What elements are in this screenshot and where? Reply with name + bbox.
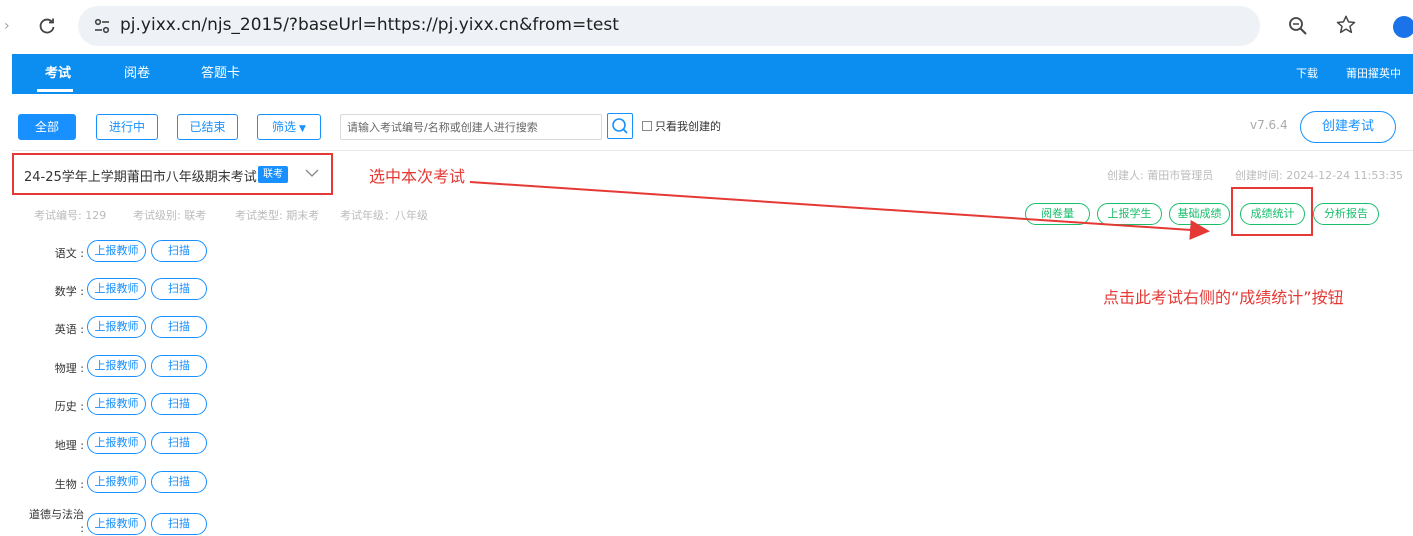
profile-avatar[interactable] bbox=[1393, 16, 1413, 38]
top-nav: 考试 阅卷 答题卡 下载 莆田擢英中 bbox=[12, 54, 1413, 94]
chevron-right-icon[interactable]: › bbox=[4, 16, 10, 36]
report-teacher-button[interactable]: 上报教师 bbox=[87, 240, 146, 262]
annotation-click-stats: 点击此考试右侧的“成绩统计”按钮 bbox=[1103, 288, 1344, 307]
report-students-button[interactable]: 上报学生 bbox=[1097, 203, 1162, 225]
tune-icon[interactable] bbox=[92, 16, 112, 36]
subject-label: 地理 : bbox=[54, 439, 84, 452]
filter-all-button[interactable]: 全部 bbox=[18, 114, 76, 140]
marking-volume-button[interactable]: 阅卷量 bbox=[1025, 203, 1090, 225]
exam-level: 考试级别: 联考 bbox=[133, 209, 207, 222]
annotation-select-exam: 选中本次考试 bbox=[369, 167, 466, 186]
analysis-report-button[interactable]: 分析报告 bbox=[1313, 203, 1379, 225]
checkbox-icon[interactable] bbox=[642, 121, 652, 131]
subject-label: 英语 : bbox=[54, 323, 84, 336]
only-mine-label: 只看我创建的 bbox=[655, 120, 721, 133]
exam-created-time: 创建时间: 2024-12-24 11:53:35 bbox=[1235, 169, 1404, 182]
divider bbox=[12, 150, 1413, 151]
report-teacher-button[interactable]: 上报教师 bbox=[87, 432, 146, 454]
filter-dropdown-button[interactable]: 筛选 ▼ bbox=[257, 114, 321, 140]
nav-answer-sheet[interactable]: 答题卡 bbox=[201, 54, 240, 94]
basic-scores-button[interactable]: 基础成绩 bbox=[1169, 203, 1230, 225]
chevron-down-icon[interactable] bbox=[305, 166, 319, 180]
url-text[interactable]: pj.yixx.cn/njs_2015/?baseUrl=https://pj.… bbox=[120, 15, 619, 35]
scan-button[interactable]: 扫描 bbox=[151, 432, 207, 454]
scan-button[interactable]: 扫描 bbox=[151, 393, 207, 415]
filter-dropdown-label: 筛选 bbox=[272, 120, 297, 134]
report-teacher-button[interactable]: 上报教师 bbox=[87, 278, 146, 300]
scan-button[interactable]: 扫描 bbox=[151, 471, 207, 493]
scan-button[interactable]: 扫描 bbox=[151, 316, 207, 338]
filter-ongoing-button[interactable]: 进行中 bbox=[96, 114, 158, 140]
browser-toolbar: › pj.yixx.cn/njs_2015/?baseUrl=https://p… bbox=[0, 0, 1413, 52]
nav-user[interactable]: 莆田擢英中 bbox=[1346, 54, 1401, 94]
exam-title[interactable]: 24-25学年上学期莆田市八年级期末考试 bbox=[24, 166, 257, 185]
version-text: v7.6.4 bbox=[1250, 118, 1288, 132]
search-button[interactable] bbox=[607, 113, 633, 139]
reload-icon[interactable] bbox=[37, 16, 57, 36]
zoom-icon[interactable] bbox=[1287, 15, 1309, 37]
exam-creator: 创建人: 莆田市管理员 bbox=[1107, 169, 1214, 182]
nav-exam[interactable]: 考试 bbox=[45, 54, 71, 94]
scan-button[interactable]: 扫描 bbox=[151, 278, 207, 300]
filter-ended-button[interactable]: 已结束 bbox=[177, 114, 238, 140]
search-input[interactable] bbox=[340, 114, 602, 140]
scan-button[interactable]: 扫描 bbox=[151, 240, 207, 262]
report-teacher-button[interactable]: 上报教师 bbox=[87, 316, 146, 338]
nav-marking[interactable]: 阅卷 bbox=[124, 54, 150, 94]
nav-download[interactable]: 下载 bbox=[1296, 54, 1318, 94]
exam-type: 考试类型: 期末考 bbox=[235, 209, 320, 222]
exam-number: 考试编号: 129 bbox=[34, 209, 107, 222]
subject-label: 数学 : bbox=[54, 285, 84, 298]
exam-grade: 考试年级：八年级 bbox=[340, 209, 428, 222]
nav-active-indicator bbox=[37, 89, 73, 92]
report-teacher-button[interactable]: 上报教师 bbox=[87, 393, 146, 415]
create-exam-button[interactable]: 创建考试 bbox=[1300, 111, 1396, 143]
search-icon bbox=[612, 118, 628, 134]
report-teacher-button[interactable]: 上报教师 bbox=[87, 355, 146, 377]
scan-button[interactable]: 扫描 bbox=[151, 355, 207, 377]
star-icon[interactable] bbox=[1335, 14, 1357, 36]
report-teacher-button[interactable]: 上报教师 bbox=[87, 471, 146, 493]
scan-button[interactable]: 扫描 bbox=[151, 513, 207, 535]
only-mine-checkbox[interactable]: 只看我创建的 bbox=[642, 118, 721, 134]
subject-label: 道德与法治 : bbox=[29, 508, 84, 535]
caret-down-icon: ▼ bbox=[299, 124, 306, 134]
score-stats-highlight-box bbox=[1231, 187, 1313, 236]
joint-exam-badge: 联考 bbox=[258, 166, 288, 183]
subject-label: 物理 : bbox=[54, 362, 84, 375]
report-teacher-button[interactable]: 上报教师 bbox=[87, 513, 146, 535]
subject-label: 历史 : bbox=[54, 400, 84, 413]
subject-label: 生物 : bbox=[54, 478, 84, 491]
subject-label: 语文 : bbox=[54, 247, 84, 260]
address-bar[interactable]: pj.yixx.cn/njs_2015/?baseUrl=https://pj.… bbox=[78, 6, 1260, 46]
